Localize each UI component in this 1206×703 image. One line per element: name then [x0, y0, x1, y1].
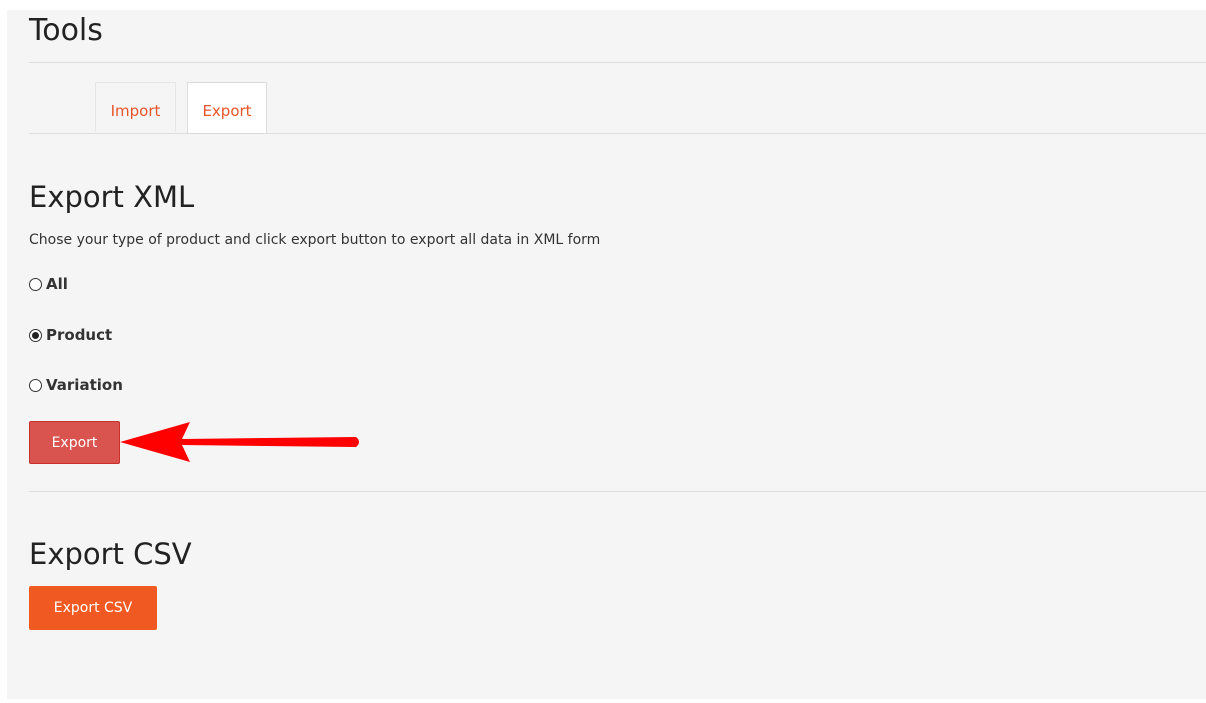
page-title: Tools — [29, 13, 103, 48]
radio-option-product[interactable]: Product — [29, 326, 112, 344]
radio-label-product: Product — [46, 326, 113, 344]
tab-bar: Import Export — [29, 82, 1206, 134]
radio-button-product[interactable] — [29, 328, 42, 342]
export-xml-description: Chose your type of product and click exp… — [29, 232, 601, 248]
tab-export[interactable]: Export — [187, 82, 267, 133]
export-button[interactable]: Export — [29, 421, 120, 464]
tab-import[interactable]: Import — [95, 82, 176, 132]
annotation-arrow-icon — [120, 422, 359, 462]
radio-button-variation[interactable] — [29, 378, 42, 392]
title-divider — [29, 62, 1206, 63]
export-csv-button[interactable]: Export CSV — [29, 586, 157, 630]
radio-label-variation: Variation — [46, 376, 123, 394]
radio-label-all: All — [46, 275, 68, 293]
tools-page: Tools Import Export Export XML Chose you… — [7, 10, 1206, 699]
export-csv-title: Export CSV — [29, 537, 192, 571]
radio-option-all[interactable]: All — [29, 275, 68, 293]
radio-button-all[interactable] — [29, 277, 42, 291]
section-divider — [29, 491, 1206, 492]
export-xml-title: Export XML — [29, 180, 195, 214]
radio-option-variation[interactable]: Variation — [29, 376, 123, 394]
